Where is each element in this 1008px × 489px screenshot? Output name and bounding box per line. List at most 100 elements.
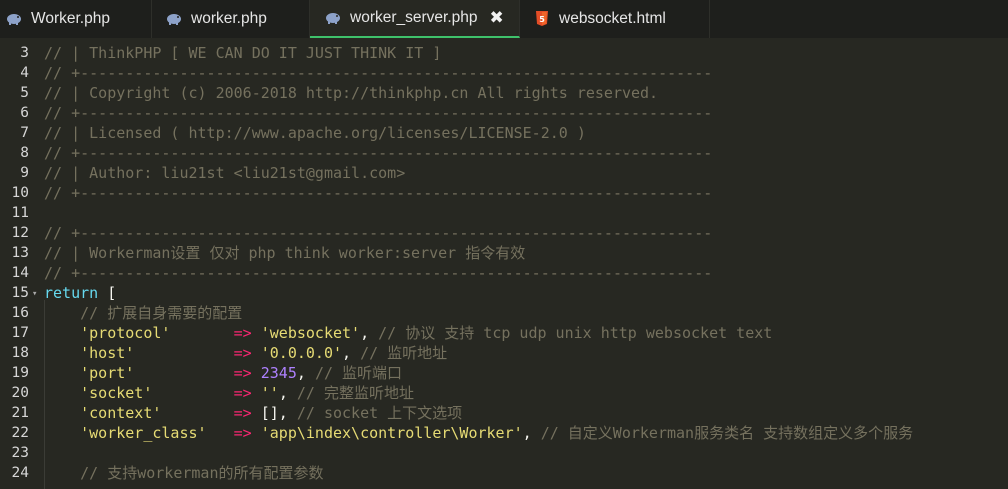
- code-line: // 支持workerman的所有配置参数: [44, 463, 323, 483]
- code-token: ,: [342, 344, 361, 362]
- tab-worker-server-php[interactable]: worker_server.php ✖: [310, 0, 520, 38]
- php-elephant-icon: [325, 10, 341, 26]
- code-line: // +------------------------------------…: [44, 63, 712, 83]
- line-number: 5: [20, 85, 29, 101]
- code-area[interactable]: // | ThinkPHP [ WE CAN DO IT JUST THINK …: [44, 38, 1008, 489]
- code-token: 'websocket': [260, 324, 361, 342]
- code-line: // | Workerman设置 仅对 php think worker:ser…: [44, 243, 525, 263]
- code-token: '0.0.0.0': [260, 344, 343, 362]
- line-number: 21: [11, 405, 29, 421]
- tab-websocket-html[interactable]: 5 websocket.html: [520, 0, 710, 38]
- tab-bar: Worker.php worker.php worker_server.php …: [0, 0, 1008, 38]
- code-token: 'port': [80, 364, 135, 382]
- code-token: // 协议 支持 tcp udp unix http websocket tex…: [378, 324, 773, 342]
- line-number: 15: [11, 285, 29, 301]
- line-number: 20: [11, 385, 29, 401]
- code-line: // +------------------------------------…: [44, 143, 712, 163]
- close-icon[interactable]: ✖: [490, 8, 504, 28]
- line-number: 24: [11, 465, 29, 481]
- line-number: 23: [11, 445, 29, 461]
- code-token: // 完整监听地址: [296, 384, 414, 402]
- code-line: 'port' => 2345, // 监听端口: [44, 363, 402, 383]
- code-token: // 监听端口: [314, 364, 403, 382]
- tab-label: Worker.php: [31, 10, 110, 27]
- code-line: // | Licensed ( http://www.apache.org/li…: [44, 123, 586, 143]
- code-token: // 监听地址: [360, 344, 448, 362]
- fold-arrow-icon[interactable]: ▾: [32, 289, 37, 299]
- code-token: 'socket': [80, 384, 153, 402]
- code-editor[interactable]: 3 4 5 6 7 8 9 10 11 12 13 14 15 16 17 18 19 20 21 22 23 24 ▾ …: [0, 38, 1008, 489]
- code-token: // 扩展自身需要的配置: [80, 304, 243, 322]
- code-token: 'app\index\controller\Worker': [260, 424, 523, 442]
- line-number: 4: [20, 65, 29, 81]
- code-token: // 自定义Workerman服务类名 支持数组定义多个服务: [540, 424, 914, 442]
- code-line: // | ThinkPHP [ WE CAN DO IT JUST THINK …: [44, 43, 441, 63]
- code-token: // +------------------------------------…: [44, 264, 713, 282]
- code-token: ,: [522, 424, 541, 442]
- code-token: // | ThinkPHP [ WE CAN DO IT JUST THINK …: [44, 44, 442, 62]
- code-token: return: [44, 284, 99, 302]
- code-token: ,: [278, 384, 297, 402]
- line-number: 19: [11, 365, 29, 381]
- line-number: 7: [20, 125, 29, 141]
- code-token: // | Copyright (c) 2006-2018 http://thin…: [44, 84, 659, 102]
- code-line: // 扩展自身需要的配置: [44, 303, 242, 323]
- line-number: 14: [11, 265, 29, 281]
- code-line: // +------------------------------------…: [44, 223, 712, 243]
- code-line: return [: [44, 283, 116, 303]
- code-line: 'protocol' => 'websocket', // 协议 支持 tcp …: [44, 323, 772, 343]
- svg-text:5: 5: [539, 15, 545, 24]
- code-token: ,: [296, 364, 315, 382]
- tab-label: websocket.html: [559, 10, 666, 27]
- code-line: // +------------------------------------…: [44, 103, 712, 123]
- line-number: 11: [11, 205, 29, 221]
- tab-label: worker_server.php: [350, 9, 478, 26]
- tab-label: worker.php: [191, 10, 267, 27]
- line-number: 8: [20, 145, 29, 161]
- line-number: 22: [11, 425, 29, 441]
- code-token: 'context': [80, 404, 162, 422]
- code-token: // | Licensed ( http://www.apache.org/li…: [44, 124, 586, 142]
- php-elephant-icon: [6, 11, 22, 27]
- code-token: // +------------------------------------…: [44, 64, 713, 82]
- code-line: // +------------------------------------…: [44, 263, 712, 283]
- code-token: 2345: [260, 364, 297, 382]
- code-token: [],: [251, 404, 297, 422]
- code-token: // +------------------------------------…: [44, 184, 713, 202]
- code-token: 'protocol': [80, 324, 171, 342]
- code-token: [: [98, 284, 117, 302]
- line-number-gutter: 3 4 5 6 7 8 9 10 11 12 13 14 15 16 17 18 19 20 21 22 23 24: [0, 38, 40, 489]
- line-number: 6: [20, 105, 29, 121]
- line-number: 17: [11, 325, 29, 341]
- line-number: 18: [11, 345, 29, 361]
- code-token: =>: [233, 364, 252, 382]
- html5-icon: 5: [534, 11, 550, 27]
- code-token: // +------------------------------------…: [44, 144, 713, 162]
- code-token: // | Workerman设置 仅对 php think worker:ser…: [44, 244, 526, 262]
- line-number: 16: [11, 305, 29, 321]
- tab-worker-php-2[interactable]: worker.php: [152, 0, 310, 38]
- line-number: 3: [20, 45, 29, 61]
- code-token: =>: [233, 344, 252, 362]
- code-line: // | Author: liu21st <liu21st@gmail.com>: [44, 163, 405, 183]
- code-line: 'host' => '0.0.0.0', // 监听地址: [44, 343, 447, 363]
- php-elephant-icon: [166, 11, 182, 27]
- code-line: 'socket' => '', // 完整监听地址: [44, 383, 414, 403]
- tab-worker-php-1[interactable]: Worker.php: [0, 0, 152, 38]
- code-token: // +------------------------------------…: [44, 224, 713, 242]
- code-token: 'host': [80, 344, 135, 362]
- code-line: 'context' => [], // socket 上下文选项: [44, 403, 462, 423]
